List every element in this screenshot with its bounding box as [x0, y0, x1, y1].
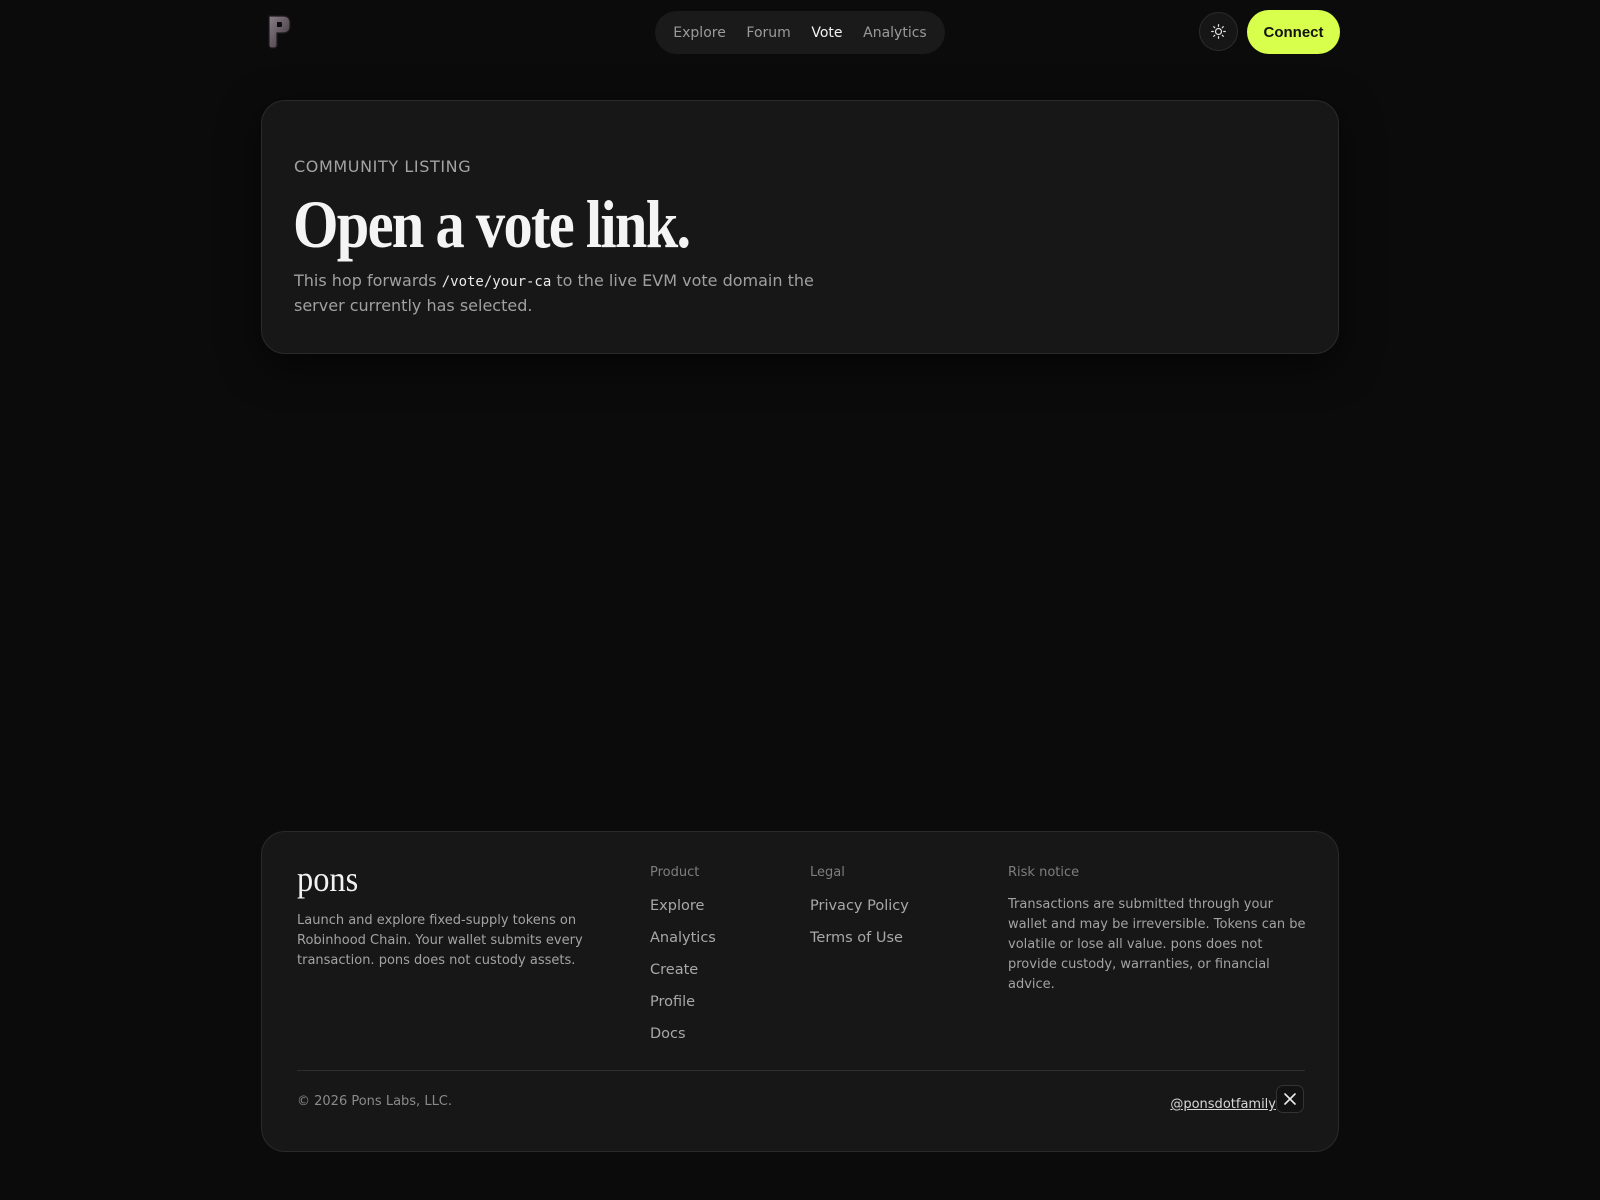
x-logo-icon — [1284, 1093, 1296, 1105]
nav-forum[interactable]: Forum — [740, 19, 796, 47]
footer-link-docs[interactable]: Docs — [650, 1023, 716, 1055]
description-text: This hop forwards — [294, 271, 442, 290]
eyebrow-label: COMMUNITY LISTING — [294, 157, 472, 176]
page-title: Open a vote link. — [293, 186, 691, 262]
footer-brand: pons — [297, 859, 359, 899]
risk-notice-text: Transactions are submitted through your … — [1008, 897, 1306, 992]
connect-button[interactable]: Connect — [1247, 10, 1340, 54]
legal-links: Privacy Policy Terms of Use — [810, 895, 909, 959]
nav-analytics[interactable]: Analytics — [857, 19, 933, 47]
theme-toggle-button[interactable] — [1199, 12, 1238, 51]
footer-brand-description: Launch and explore fixed-supply tokens o… — [297, 913, 583, 968]
footer-link-explore[interactable]: Explore — [650, 895, 716, 927]
vote-path-code: /vote/your-ca — [441, 274, 552, 290]
footer-link-terms-of-use[interactable]: Terms of Use — [810, 927, 909, 959]
site-footer: pons Launch and explore fixed-supply tok… — [261, 831, 1339, 1152]
p-logo-icon[interactable] — [266, 14, 292, 50]
product-links: Explore Analytics Create Profile Docs — [650, 895, 716, 1055]
copyright-text: © 2026 Pons Labs, LLC. — [297, 1094, 453, 1109]
risk-notice-heading: Risk notice — [1008, 865, 1080, 880]
footer-link-privacy-policy[interactable]: Privacy Policy — [810, 895, 909, 927]
page: Explore Forum Vote Analytics Connect COM… — [0, 0, 1600, 1200]
social-handle-link[interactable]: @ponsdotfamily — [1168, 1097, 1276, 1112]
footer-link-profile[interactable]: Profile — [650, 991, 716, 1023]
legal-heading: Legal — [810, 865, 845, 880]
footer-link-create[interactable]: Create — [650, 959, 716, 991]
main-nav: Explore Forum Vote Analytics — [655, 11, 945, 54]
footer-link-analytics[interactable]: Analytics — [650, 927, 716, 959]
nav-vote[interactable]: Vote — [805, 19, 848, 47]
sun-icon — [1211, 24, 1226, 39]
vote-link-card: COMMUNITY LISTING Open a vote link. This… — [261, 100, 1339, 354]
x-social-button[interactable] — [1276, 1085, 1304, 1113]
nav-explore[interactable]: Explore — [667, 19, 732, 47]
hero-description: This hop forwards /vote/your-ca to the l… — [294, 269, 814, 318]
product-heading: Product — [650, 865, 700, 880]
footer-divider — [297, 1070, 1305, 1071]
